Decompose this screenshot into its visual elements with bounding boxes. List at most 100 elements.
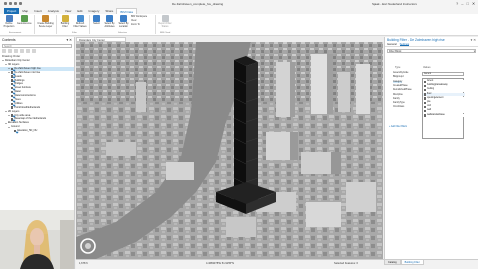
3d-scene-view[interactable]	[76, 42, 383, 259]
building-filter-pane: Building Filter - De Zalmhaven high rise…	[384, 37, 478, 259]
define-projection-button[interactable]: Define Projection	[2, 15, 16, 28]
option-checkbox[interactable]	[424, 93, 427, 96]
option-label: floor	[427, 92, 432, 95]
refresh-filter-values-button[interactable]: Refresh Filter Values	[73, 15, 87, 28]
catalog-tab[interactable]: Catalog	[384, 259, 401, 265]
list-by-drawing-order-icon[interactable]	[2, 49, 6, 53]
report-filter-status-button[interactable]: Report Filter Status	[158, 15, 172, 28]
option-checkbox[interactable]	[424, 97, 427, 100]
category-option[interactable]: wallstandardcase	[423, 113, 465, 118]
user-name[interactable]: Sjaak - Esri Nederland Instructors	[372, 2, 417, 6]
select-by-attributes-button[interactable]: Select By Attributes	[103, 15, 116, 28]
building-filter-tab[interactable]: Building Filter	[400, 259, 424, 265]
layer-visibility-checkbox[interactable]	[11, 102, 14, 105]
layer-visibility-checkbox[interactable]	[14, 129, 17, 133]
option-checkbox[interactable]	[424, 114, 427, 117]
expand-chevron-icon[interactable]	[5, 122, 7, 124]
open-icon[interactable]	[9, 2, 12, 5]
list-by-source-icon[interactable]	[8, 49, 12, 53]
ribbon: Define Projection Georeference Environme…	[0, 14, 478, 36]
category-dropdown-list[interactable]: Arrent buildingplansafeway Ceiling floor ope…	[422, 78, 465, 139]
table-icon	[106, 15, 113, 22]
filter-block-header[interactable]: Filter Block ▾	[387, 49, 476, 53]
layer-visibility-checkbox[interactable]	[11, 79, 14, 82]
scale-readout[interactable]: 1,678 ft	[79, 262, 88, 265]
option-checkbox[interactable]	[424, 110, 427, 113]
minimize-icon[interactable]: –	[461, 1, 463, 6]
expand-chevron-icon[interactable]	[2, 60, 4, 62]
filter-attribute-label[interactable]: Bldgroupd	[393, 76, 403, 78]
selected-features-count[interactable]: Selected Features: 0	[334, 262, 358, 265]
option-checkbox[interactable]	[424, 105, 427, 109]
option-checkbox[interactable]	[424, 84, 427, 88]
filter-attribute-label[interactable]: CreatedPhase	[393, 85, 408, 87]
layer-visibility-checkbox[interactable]	[11, 83, 14, 86]
list-by-snapping-icon[interactable]	[26, 49, 30, 53]
option-checkbox[interactable]	[424, 80, 427, 84]
tab-settings[interactable]: Settings	[399, 43, 410, 46]
filter-attribute-label[interactable]: FamilyType	[393, 102, 405, 104]
filter-block-menu-icon[interactable]: ▾	[474, 50, 475, 53]
select-by-location-button[interactable]: Select By Location	[117, 15, 130, 28]
contents-title: Contents	[2, 38, 16, 42]
list-by-selection-icon[interactable]	[14, 49, 18, 53]
layer-visibility-checkbox[interactable]	[11, 71, 14, 74]
list-by-labeling-icon[interactable]	[32, 49, 36, 53]
layer-visibility-checkbox[interactable]	[11, 75, 14, 78]
values-column-header: Values	[423, 66, 431, 69]
save-icon[interactable]	[4, 2, 7, 5]
layer-tree-item[interactable]: Elevation_5D_NU	[0, 129, 74, 133]
building-filter-title: Building Filter - De Zalmhaven high rise	[387, 38, 445, 42]
filter-attribute-label[interactable]: AssemblyCode	[393, 72, 408, 74]
group-environment: Environment	[9, 31, 22, 34]
layer-visibility-checkbox[interactable]	[11, 114, 14, 117]
option-checkbox[interactable]	[424, 101, 427, 105]
bim-workspace-button[interactable]: BIM Workspace	[131, 16, 147, 18]
redo-icon[interactable]	[19, 2, 22, 5]
expand-chevron-icon[interactable]	[8, 126, 10, 128]
create-building-scene-layer-button[interactable]: Create Building Scene Layer	[37, 15, 54, 28]
pane-close-icon[interactable]: ▾ ✕	[471, 38, 476, 42]
undo-icon[interactable]	[14, 2, 17, 5]
window-controls[interactable]: ? – □ ✕	[456, 1, 475, 6]
layer-tree: Rotterdam City Center 3D Layers De Zalmhav…	[0, 59, 74, 133]
scene-graphic[interactable]	[76, 42, 383, 259]
maximize-icon[interactable]: □	[466, 1, 468, 6]
layer-visibility-checkbox[interactable]	[11, 67, 14, 70]
close-icon[interactable]: ✕	[472, 1, 475, 6]
option-label: roof	[427, 105, 431, 108]
quick-access-toolbar[interactable]	[4, 2, 30, 6]
expand-chevron-icon[interactable]	[5, 111, 7, 113]
select-button[interactable]: Select	[91, 15, 102, 26]
option-checkbox[interactable]	[424, 89, 427, 92]
clear-button[interactable]: Clear	[131, 20, 137, 22]
layer-visibility-checkbox[interactable]	[11, 86, 14, 90]
filter-attribute-label[interactable]: DemolishedPhase	[393, 89, 412, 91]
pane-options-icon[interactable]: ▾ ✕	[67, 38, 73, 42]
layer-visibility-checkbox[interactable]	[11, 90, 14, 94]
filter-attribute-label[interactable]: Category	[393, 80, 403, 83]
layer-visibility-checkbox[interactable]	[11, 98, 14, 102]
contents-search-input[interactable]: Search	[2, 44, 72, 48]
filter-attribute-label[interactable]: OmniClass	[393, 106, 404, 108]
layer-visibility-checkbox[interactable]	[11, 94, 14, 98]
building-scene-layer-icon	[42, 15, 49, 22]
tab-general[interactable]: General	[387, 43, 397, 46]
georeference-button[interactable]: Georeference	[17, 15, 32, 26]
help-icon[interactable]: ?	[456, 1, 458, 6]
filter-attribute-label[interactable]: Family	[393, 98, 400, 100]
add-filter-block-link[interactable]: + Add Filter Block	[389, 126, 407, 128]
building-filter-button[interactable]: Building Filter	[58, 15, 72, 28]
expand-chevron-icon[interactable]	[5, 64, 7, 66]
expand-chevron-icon[interactable]	[8, 72, 10, 74]
layer-visibility-checkbox[interactable]	[11, 118, 14, 121]
refresh-icon	[76, 15, 84, 22]
list-by-editing-icon[interactable]	[20, 49, 24, 53]
expand-chevron-icon[interactable]	[8, 114, 10, 116]
value-dropdown[interactable]: Ascent	[422, 72, 464, 76]
layer-visibility-checkbox[interactable]	[11, 106, 14, 109]
filter-attribute-label[interactable]: Discipline	[393, 94, 403, 96]
zoom-to-button[interactable]: Zoom To	[131, 24, 140, 26]
ribbon-separator	[56, 15, 57, 34]
expand-chevron-icon[interactable]	[8, 68, 10, 70]
